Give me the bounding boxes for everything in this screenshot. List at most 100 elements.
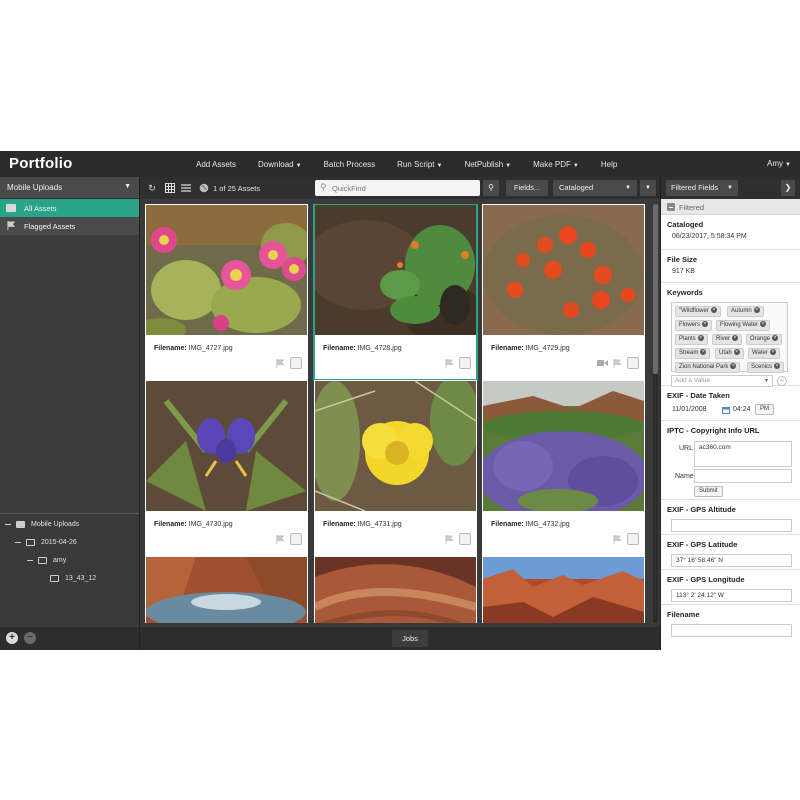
url-input[interactable]: ac360.com bbox=[694, 441, 792, 467]
asset-thumbnail[interactable] bbox=[146, 557, 307, 623]
close-icon[interactable]: × bbox=[760, 321, 767, 328]
asset-thumbnail[interactable] bbox=[146, 205, 307, 335]
catalog-dropdown[interactable]: Mobile Uploads ▼ bbox=[0, 177, 139, 199]
keyword-chip[interactable]: Flowers × bbox=[675, 320, 713, 331]
run-script-menu[interactable]: Run Script ▼ bbox=[397, 160, 442, 169]
asset-card[interactable]: Filename: IMG_4727.jpg bbox=[145, 204, 308, 380]
add-keyword-button[interactable]: + bbox=[777, 376, 787, 386]
lock-icon[interactable] bbox=[627, 357, 639, 369]
jobs-button[interactable]: Jobs bbox=[392, 630, 428, 647]
user-menu[interactable]: Amy ▼ bbox=[767, 159, 791, 168]
submit-button[interactable]: Submit bbox=[694, 486, 723, 497]
collapse-icon[interactable] bbox=[15, 541, 21, 543]
asset-thumbnail[interactable] bbox=[315, 557, 476, 623]
close-icon[interactable]: × bbox=[697, 335, 704, 342]
grid-view-icon[interactable] bbox=[165, 183, 175, 193]
flag-icon[interactable] bbox=[613, 534, 622, 544]
asset-thumbnail[interactable] bbox=[483, 205, 644, 335]
list-view-icon[interactable] bbox=[181, 183, 191, 193]
calendar-icon[interactable] bbox=[722, 406, 730, 414]
lock-icon[interactable] bbox=[459, 533, 471, 545]
asset-thumbnail[interactable] bbox=[483, 381, 644, 511]
keyword-chip[interactable]: River × bbox=[712, 334, 743, 345]
close-icon[interactable]: × bbox=[769, 349, 776, 356]
keyword-chip[interactable]: Orange × bbox=[746, 334, 783, 345]
asset-thumbnail[interactable] bbox=[483, 557, 644, 623]
close-icon[interactable]: × bbox=[732, 335, 739, 342]
asset-thumbnail[interactable] bbox=[315, 205, 476, 335]
chevron-right-icon[interactable]: ❯ bbox=[781, 180, 795, 196]
time-value[interactable]: 04:24 bbox=[733, 406, 751, 413]
lock-icon[interactable] bbox=[290, 533, 302, 545]
close-icon[interactable]: × bbox=[730, 363, 737, 370]
sort-direction-button[interactable]: ▼ bbox=[640, 180, 656, 196]
download-menu[interactable]: Download ▼ bbox=[258, 160, 302, 169]
close-icon[interactable]: × bbox=[753, 307, 760, 314]
keyword-chip[interactable]: Plants × bbox=[675, 334, 708, 345]
tree-item-2015-04-26[interactable]: 2015-04-26 bbox=[15, 535, 77, 549]
search-input[interactable] bbox=[332, 182, 472, 194]
flag-icon[interactable] bbox=[276, 358, 285, 368]
app-logo[interactable]: Portfolio bbox=[9, 155, 72, 172]
keywords-box[interactable]: "Wildflower × Autumn × Flowers × Flowing Wa… bbox=[671, 302, 788, 373]
name-input[interactable] bbox=[694, 469, 792, 483]
netpublish-menu[interactable]: NetPublish ▼ bbox=[464, 160, 511, 169]
flag-icon[interactable] bbox=[445, 534, 454, 544]
refresh-icon[interactable]: ↻ bbox=[147, 183, 157, 193]
make-pdf-menu[interactable]: Make PDF ▼ bbox=[533, 160, 579, 169]
filtered-fields-dropdown[interactable]: Filtered Fields ▼ bbox=[666, 180, 738, 196]
asset-thumbnail[interactable] bbox=[146, 381, 307, 511]
asset-card[interactable]: Filename: IMG_4730.jpg bbox=[145, 380, 308, 556]
asset-card[interactable]: Filename: IMG_4731.jpg bbox=[314, 380, 477, 556]
flag-icon[interactable] bbox=[276, 534, 285, 544]
asset-card[interactable]: Filename: IMG_4732.jpg bbox=[482, 380, 645, 556]
close-icon[interactable]: × bbox=[772, 335, 779, 342]
keyword-chip[interactable]: Stream × bbox=[675, 348, 711, 359]
ampm-toggle[interactable]: PM bbox=[755, 404, 774, 415]
quickfind-search[interactable]: ⚲ bbox=[315, 180, 480, 196]
keyword-chip[interactable]: Water × bbox=[748, 348, 780, 359]
add-folder-button[interactable]: + bbox=[6, 632, 18, 644]
collapse-icon[interactable] bbox=[667, 203, 675, 211]
lock-icon[interactable] bbox=[627, 533, 639, 545]
scrollbar-thumb[interactable] bbox=[653, 204, 658, 374]
close-icon[interactable]: × bbox=[733, 349, 740, 356]
filename-input[interactable] bbox=[671, 624, 792, 637]
keyword-chip[interactable]: Utah × bbox=[715, 348, 744, 359]
batch-process-menu[interactable]: Batch Process bbox=[324, 160, 376, 169]
filtered-toggle[interactable]: Filtered bbox=[661, 199, 800, 215]
sidebar-item-flagged-assets[interactable]: Flagged Assets bbox=[0, 217, 139, 235]
advanced-search-button[interactable]: ⚲ bbox=[483, 180, 499, 196]
keyword-chip[interactable]: Scenics × bbox=[747, 362, 785, 373]
tree-item-13-43-12[interactable]: 13_43_12 bbox=[50, 571, 96, 585]
asset-card[interactable]: Filename: IMG_4729.jpg bbox=[482, 204, 645, 380]
grid-scrollbar[interactable] bbox=[653, 204, 658, 623]
sidebar-item-all-assets[interactable]: All Assets bbox=[0, 199, 139, 217]
keyword-chip[interactable]: Flowing Water × bbox=[716, 320, 771, 331]
asset-card-selected[interactable]: Filename: IMG_4728.jpg bbox=[313, 204, 478, 381]
fields-button[interactable]: Fields... bbox=[506, 180, 548, 196]
lock-icon[interactable] bbox=[459, 357, 471, 369]
keyword-chip[interactable]: Autumn × bbox=[727, 306, 764, 317]
gps-longitude-input[interactable]: 113° 2' 24.12" W bbox=[671, 589, 792, 602]
flag-icon[interactable] bbox=[613, 358, 622, 368]
gps-latitude-input[interactable]: 37° 16' 58.46" N bbox=[671, 554, 792, 567]
keyword-chip[interactable]: "Wildflower × bbox=[675, 306, 721, 317]
asset-card[interactable] bbox=[482, 556, 645, 623]
collapse-icon[interactable] bbox=[5, 523, 11, 525]
lock-icon[interactable] bbox=[290, 357, 302, 369]
tree-item-amy[interactable]: amy bbox=[27, 553, 66, 567]
chevron-down-icon[interactable]: ▼ bbox=[764, 376, 769, 386]
close-icon[interactable]: × bbox=[702, 321, 709, 328]
add-assets-menu[interactable]: Add Assets bbox=[196, 160, 236, 169]
asset-card[interactable] bbox=[145, 556, 308, 623]
close-icon[interactable]: × bbox=[774, 363, 781, 370]
close-icon[interactable]: × bbox=[710, 307, 717, 314]
keyword-chip[interactable]: Zion National Park × bbox=[675, 362, 741, 373]
date-value[interactable]: 11/01/2008 bbox=[672, 406, 707, 413]
help-menu[interactable]: Help bbox=[601, 160, 617, 169]
gps-altitude-input[interactable] bbox=[671, 519, 792, 532]
remove-folder-button[interactable]: − bbox=[24, 632, 36, 644]
collapse-icon[interactable] bbox=[27, 559, 33, 561]
sort-field-select[interactable]: Cataloged ▼ bbox=[553, 180, 637, 196]
